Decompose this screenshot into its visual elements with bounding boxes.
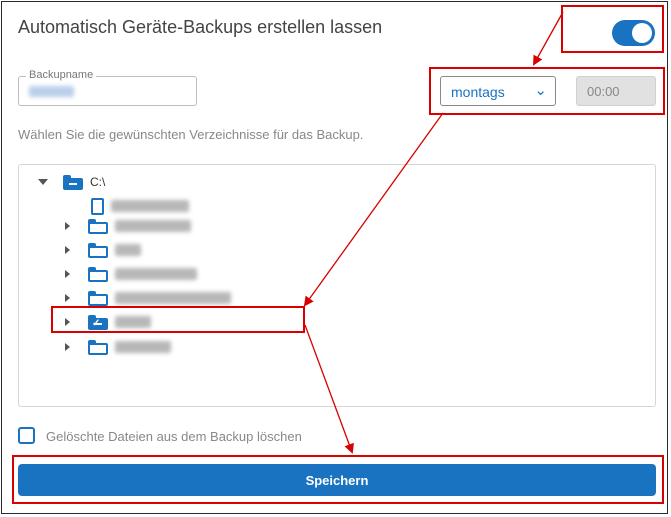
annotation-box-schedule — [429, 67, 665, 115]
tree-item-label-blurred — [115, 220, 191, 232]
tree-root-label: C:\ — [90, 175, 106, 189]
tree-row[interactable] — [65, 337, 171, 357]
annotation-box-selected-folder — [51, 306, 305, 333]
tree-item-label-blurred — [115, 244, 141, 256]
caret-down-icon[interactable] — [38, 179, 48, 185]
backupname-label: Backupname — [26, 69, 97, 81]
backupname-field[interactable]: Backupname — [18, 69, 197, 106]
caret-right-icon[interactable] — [65, 343, 70, 351]
tree-row[interactable] — [65, 216, 191, 236]
file-icon — [91, 197, 104, 215]
folder-icon[interactable] — [88, 218, 108, 234]
delete-files-checkbox[interactable] — [18, 427, 35, 444]
tree-item-label-blurred — [115, 341, 171, 353]
tree-row[interactable] — [65, 264, 197, 284]
folder-icon[interactable] — [88, 339, 108, 355]
tree-row-root[interactable]: C:\ — [38, 172, 105, 192]
caret-right-icon[interactable] — [65, 246, 70, 254]
caret-right-icon[interactable] — [65, 294, 70, 302]
folder-icon[interactable] — [88, 266, 108, 282]
tree-item-label-blurred — [115, 292, 231, 304]
backupname-value-blurred — [29, 86, 74, 97]
delete-files-label: Gelöschte Dateien aus dem Backup löschen — [46, 429, 302, 444]
tree-item-label-blurred — [111, 200, 189, 212]
tree-row-file[interactable] — [91, 196, 189, 216]
folder-partial-icon[interactable] — [63, 174, 83, 190]
tree-row[interactable] — [65, 288, 231, 308]
folder-icon[interactable] — [88, 290, 108, 306]
tree-item-label-blurred — [115, 268, 197, 280]
caret-right-icon[interactable] — [65, 222, 70, 230]
page-title: Automatisch Geräte-Backups erstellen las… — [18, 17, 383, 37]
annotation-box-toggle — [561, 5, 664, 53]
directory-hint: Wählen Sie die gewünschten Verzeichnisse… — [18, 127, 364, 142]
tree-row[interactable] — [65, 240, 141, 260]
annotation-box-save — [12, 455, 664, 504]
folder-icon[interactable] — [88, 242, 108, 258]
caret-right-icon[interactable] — [65, 270, 70, 278]
